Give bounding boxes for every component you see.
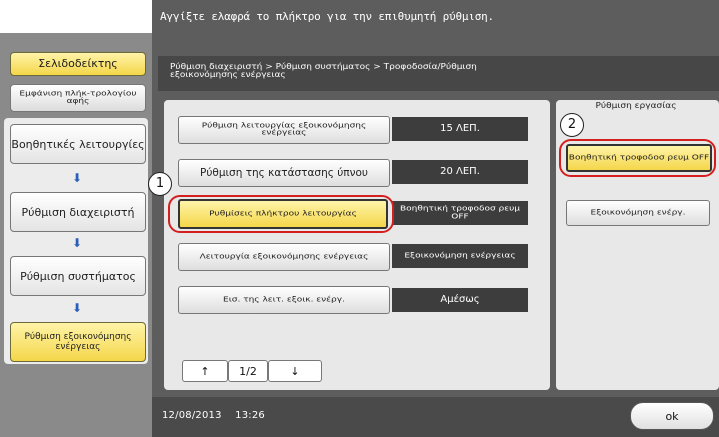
page-up-button[interactable]: ↑ (182, 360, 228, 382)
power-save-function-value-text: Εξοικονόμηση ενέργειας (404, 252, 516, 260)
page-down-button[interactable]: ↓ (268, 360, 322, 382)
setting-label: Εισ. της λειτ. εξοικ. ενέργ. (223, 295, 345, 304)
setting-label: Λειτουργία εξοικονόμησης ενέργειας (199, 252, 369, 261)
power-key-value-text: Βοηθητική τροφοδοσ ρευμ OFF (399, 205, 521, 221)
show-function-keys-label: Εμφάνιση πλήκ-τρολογίου αφής (19, 90, 137, 106)
nav-system-settings-button[interactable]: Ρύθμιση συστήματος (10, 256, 146, 296)
power-save-mode-value: 15 ΛΕΠ. (392, 117, 528, 141)
date-time: 12/08/2013 13:26 (162, 410, 265, 421)
power-save-function-setting-button[interactable]: Λειτουργία εξοικονόμησης ενέργειας (178, 243, 390, 271)
power-key-value: Βοηθητική τροφοδοσ ρευμ OFF (392, 201, 528, 225)
show-function-keys-button[interactable]: Εμφάνιση πλήκ-τρολογίου αφής (10, 84, 146, 112)
time-text: 13:26 (235, 410, 265, 421)
down-arrow-icon: ⬇ (72, 171, 83, 185)
breadcrumb: Ρύθμιση διαχειριστή > Ρύθμιση συστήματος… (170, 63, 477, 80)
breadcrumb-header: Ρύθμιση διαχειριστή > Ρύθμιση συστήματος… (158, 56, 719, 91)
sleep-mode-setting-button[interactable]: Ρύθμιση της κατάστασης ύπνου (178, 159, 390, 187)
date-text: 12/08/2013 (162, 410, 222, 421)
nav-administrator-settings-button[interactable]: Ρύθμιση διαχειριστή (10, 192, 146, 232)
callout-highlight-ring (559, 139, 716, 177)
nav-utility-button[interactable]: Βοηθητικές λειτουργίες (10, 124, 146, 164)
enter-power-save-value: Αμέσως (392, 288, 528, 312)
power-save-function-value: Εξοικονόμηση ενέργειας (392, 244, 528, 268)
bookmark-button[interactable]: Σελιδοδείκτης (10, 52, 146, 76)
callout-highlight-ring (168, 195, 394, 233)
callout-1-badge: 1 (148, 172, 172, 196)
ok-button[interactable]: ok (630, 402, 714, 430)
sleep-mode-value: 20 ΛΕΠ. (392, 160, 528, 184)
option-label: Εξοικονόμηση ενέργ. (590, 208, 686, 217)
down-arrow-icon: ⬇ (72, 236, 83, 250)
power-save-mode-setting-button[interactable]: Ρύθμιση λειτουργίας εξοικονόμησης ενέργε… (178, 116, 390, 144)
job-settings-title: Ρύθμιση εργασίας (595, 101, 677, 111)
power-save-option[interactable]: Εξοικονόμηση ενέργ. (566, 200, 710, 226)
enter-power-save-setting-button[interactable]: Εισ. της λειτ. εξοικ. ενέργ. (178, 286, 390, 314)
setting-label: Ρύθμιση λειτουργίας εξοικονόμησης ενέργε… (201, 122, 367, 138)
down-arrow-icon: ⬇ (72, 301, 83, 315)
page-indicator: 1/2 (228, 360, 268, 382)
instruction-text: Αγγίξτε ελαφρά το πλήκτρο για την επιθυμ… (160, 10, 494, 23)
callout-2-badge: 2 (560, 113, 584, 137)
nav-power-save-settings-button[interactable]: Ρύθμιση εξοικονόμησης ενέργειας (10, 322, 146, 362)
